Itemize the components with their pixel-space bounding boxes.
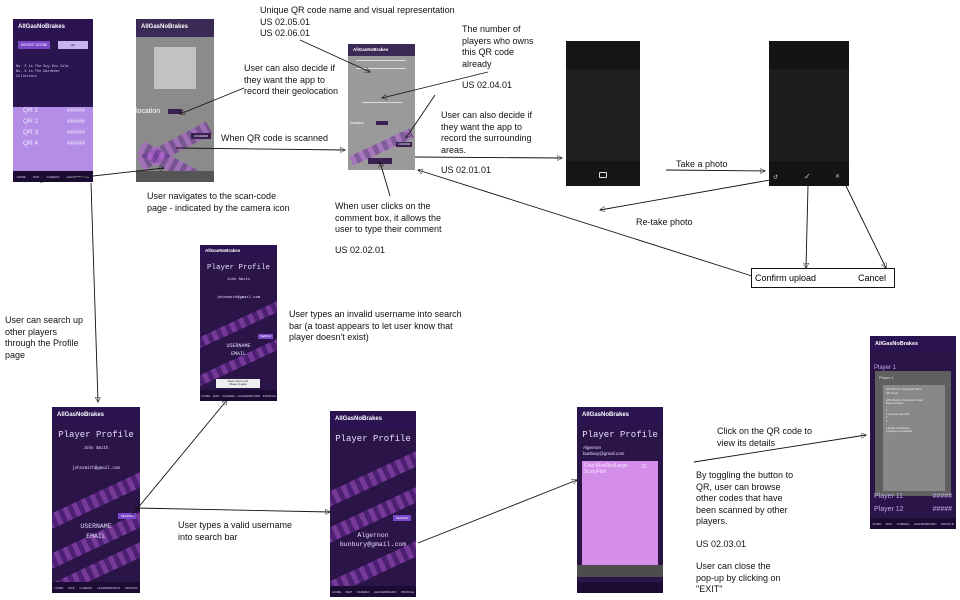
arrow-toggle — [417, 480, 577, 544]
arrow-surrounding — [406, 94, 436, 138]
arrow-qr-details — [693, 435, 866, 463]
arrow-to-camera — [414, 157, 562, 158]
arrow-back-to-scan — [418, 170, 753, 277]
arrow-home-to-camera — [39, 168, 164, 183]
arrow-confirm — [806, 185, 808, 268]
arrow-retake — [600, 179, 771, 210]
confirm-upload-label[interactable]: Confirm upload — [755, 273, 816, 283]
confirm-cancel-box: Confirm upload Cancel — [751, 268, 895, 288]
arrow-cancel — [845, 185, 886, 268]
arrow-invalid — [131, 400, 227, 516]
arrow-home-to-profile — [90, 182, 98, 402]
arrow-valid — [134, 507, 330, 512]
arrow-players-own — [382, 71, 489, 98]
arrow-comment — [380, 162, 391, 197]
flow-arrows — [39, 39, 960, 544]
arrow-take-photo — [665, 170, 765, 171]
arrow-scan — [175, 148, 345, 150]
arrow-geolocation — [180, 87, 245, 114]
cancel-label[interactable]: Cancel — [858, 273, 886, 283]
arrow-qr-name — [299, 39, 370, 72]
